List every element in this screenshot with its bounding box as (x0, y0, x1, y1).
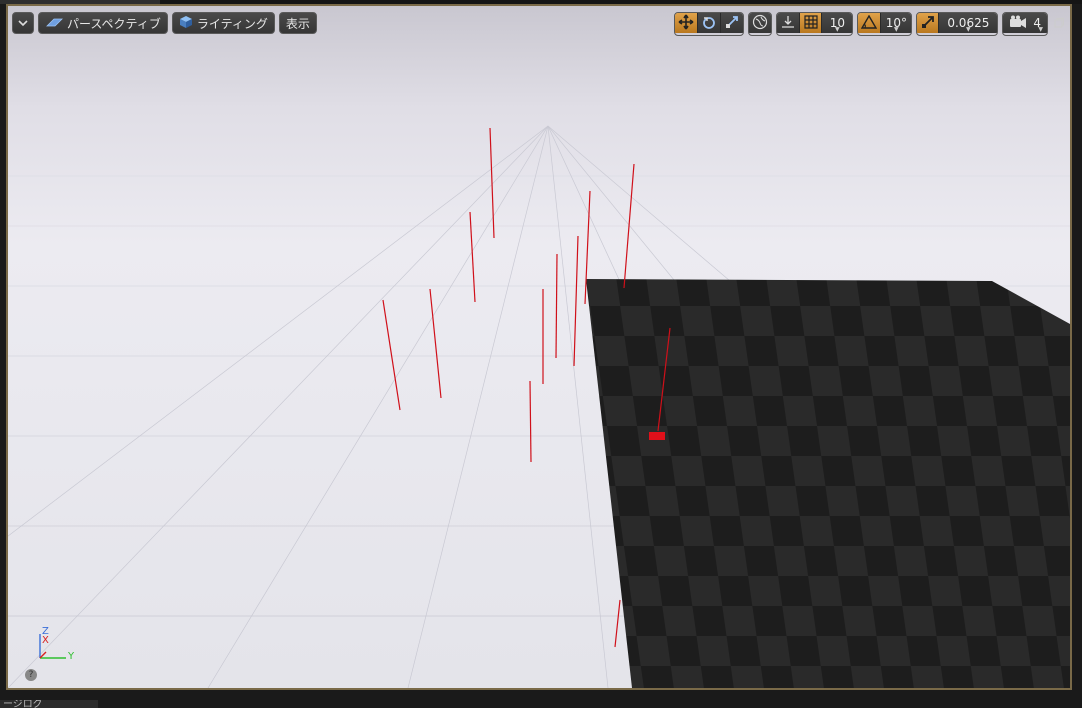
viewport-toolbar-right: 10 ▼ 10° ▼ 0.0625 ▼ 4 ▼ (674, 12, 1066, 36)
camera-speed-group: 4 ▼ (1002, 12, 1048, 36)
scale-snap-toggle[interactable] (917, 13, 940, 33)
scale-snap-value[interactable]: 0.0625 ▼ (939, 13, 998, 33)
viewport-options-button[interactable] (12, 12, 34, 34)
chevron-down-icon (18, 16, 28, 30)
message-log-tab-label: ージログ (3, 700, 43, 708)
viewport-toolbar-left: パースペクティブ ライティング 表示 (12, 12, 317, 34)
camera-icon (1009, 15, 1027, 32)
scale-snap-icon (921, 15, 935, 32)
surface-snap-button[interactable] (777, 13, 801, 33)
world-space-button[interactable] (749, 13, 772, 33)
angle-icon (861, 14, 878, 32)
message-log-tab[interactable]: ージログ (0, 700, 98, 708)
lighting-button[interactable]: ライティング (171, 12, 275, 34)
scale-mode-button[interactable] (721, 13, 744, 33)
scale-snap-group: 0.0625 ▼ (916, 12, 999, 36)
chevron-down-icon: ▼ (966, 26, 971, 33)
scale-icon (724, 14, 740, 33)
rotate-mode-button[interactable] (698, 13, 722, 33)
help-icon[interactable]: ? (25, 669, 37, 681)
show-label: 表示 (285, 16, 310, 31)
viewport-scene[interactable] (8, 6, 1070, 688)
surface-snap-icon (780, 14, 796, 33)
lit-cube-icon (179, 15, 193, 32)
transform-mode-group (674, 12, 745, 36)
level-viewport[interactable]: パースペクティブ ライティング 表示 10 ▼ 10° ▼ 0.0625 ▼ 4… (6, 4, 1072, 690)
chevron-down-icon: ▼ (835, 26, 840, 33)
perspective-button[interactable]: パースペクティブ (38, 12, 168, 34)
coordinate-system-group (748, 12, 773, 36)
maximize-viewport-button[interactable] (1052, 13, 1066, 35)
grid-snap-value[interactable]: 10 ▼ (822, 13, 853, 33)
rotation-snap-value[interactable]: 10° ▼ (881, 13, 912, 33)
maximize-icon (1054, 17, 1064, 31)
lighting-label: ライティング (196, 16, 268, 31)
perspective-label: パースペクティブ (67, 16, 161, 31)
show-button[interactable]: 表示 (278, 12, 317, 34)
grid-snap-group: 10 ▼ (776, 12, 854, 36)
rotation-snap-toggle[interactable] (858, 13, 882, 33)
checker-floor[interactable] (586, 279, 1070, 688)
world-icon (752, 14, 768, 33)
bottom-panel-bar: ージログ (0, 690, 1082, 708)
translate-icon (678, 14, 694, 33)
perspective-icon (45, 16, 63, 31)
camera-speed-button[interactable]: 4 ▼ (1003, 13, 1047, 33)
chevron-down-icon: ▼ (1038, 26, 1043, 33)
chevron-down-icon: ▼ (894, 26, 899, 33)
selected-emitter[interactable] (649, 432, 665, 440)
grid-snap-toggle[interactable] (800, 13, 823, 33)
translate-mode-button[interactable] (675, 13, 699, 33)
axis-gizmo: Z X Y (36, 626, 86, 666)
rotation-snap-group: 10° ▼ (857, 12, 913, 36)
help-glyph: ? (28, 670, 34, 680)
axis-x-label: X (42, 635, 49, 646)
rotate-icon (701, 14, 717, 33)
axis-y-label: Y (68, 651, 75, 662)
grid-icon (804, 14, 818, 32)
